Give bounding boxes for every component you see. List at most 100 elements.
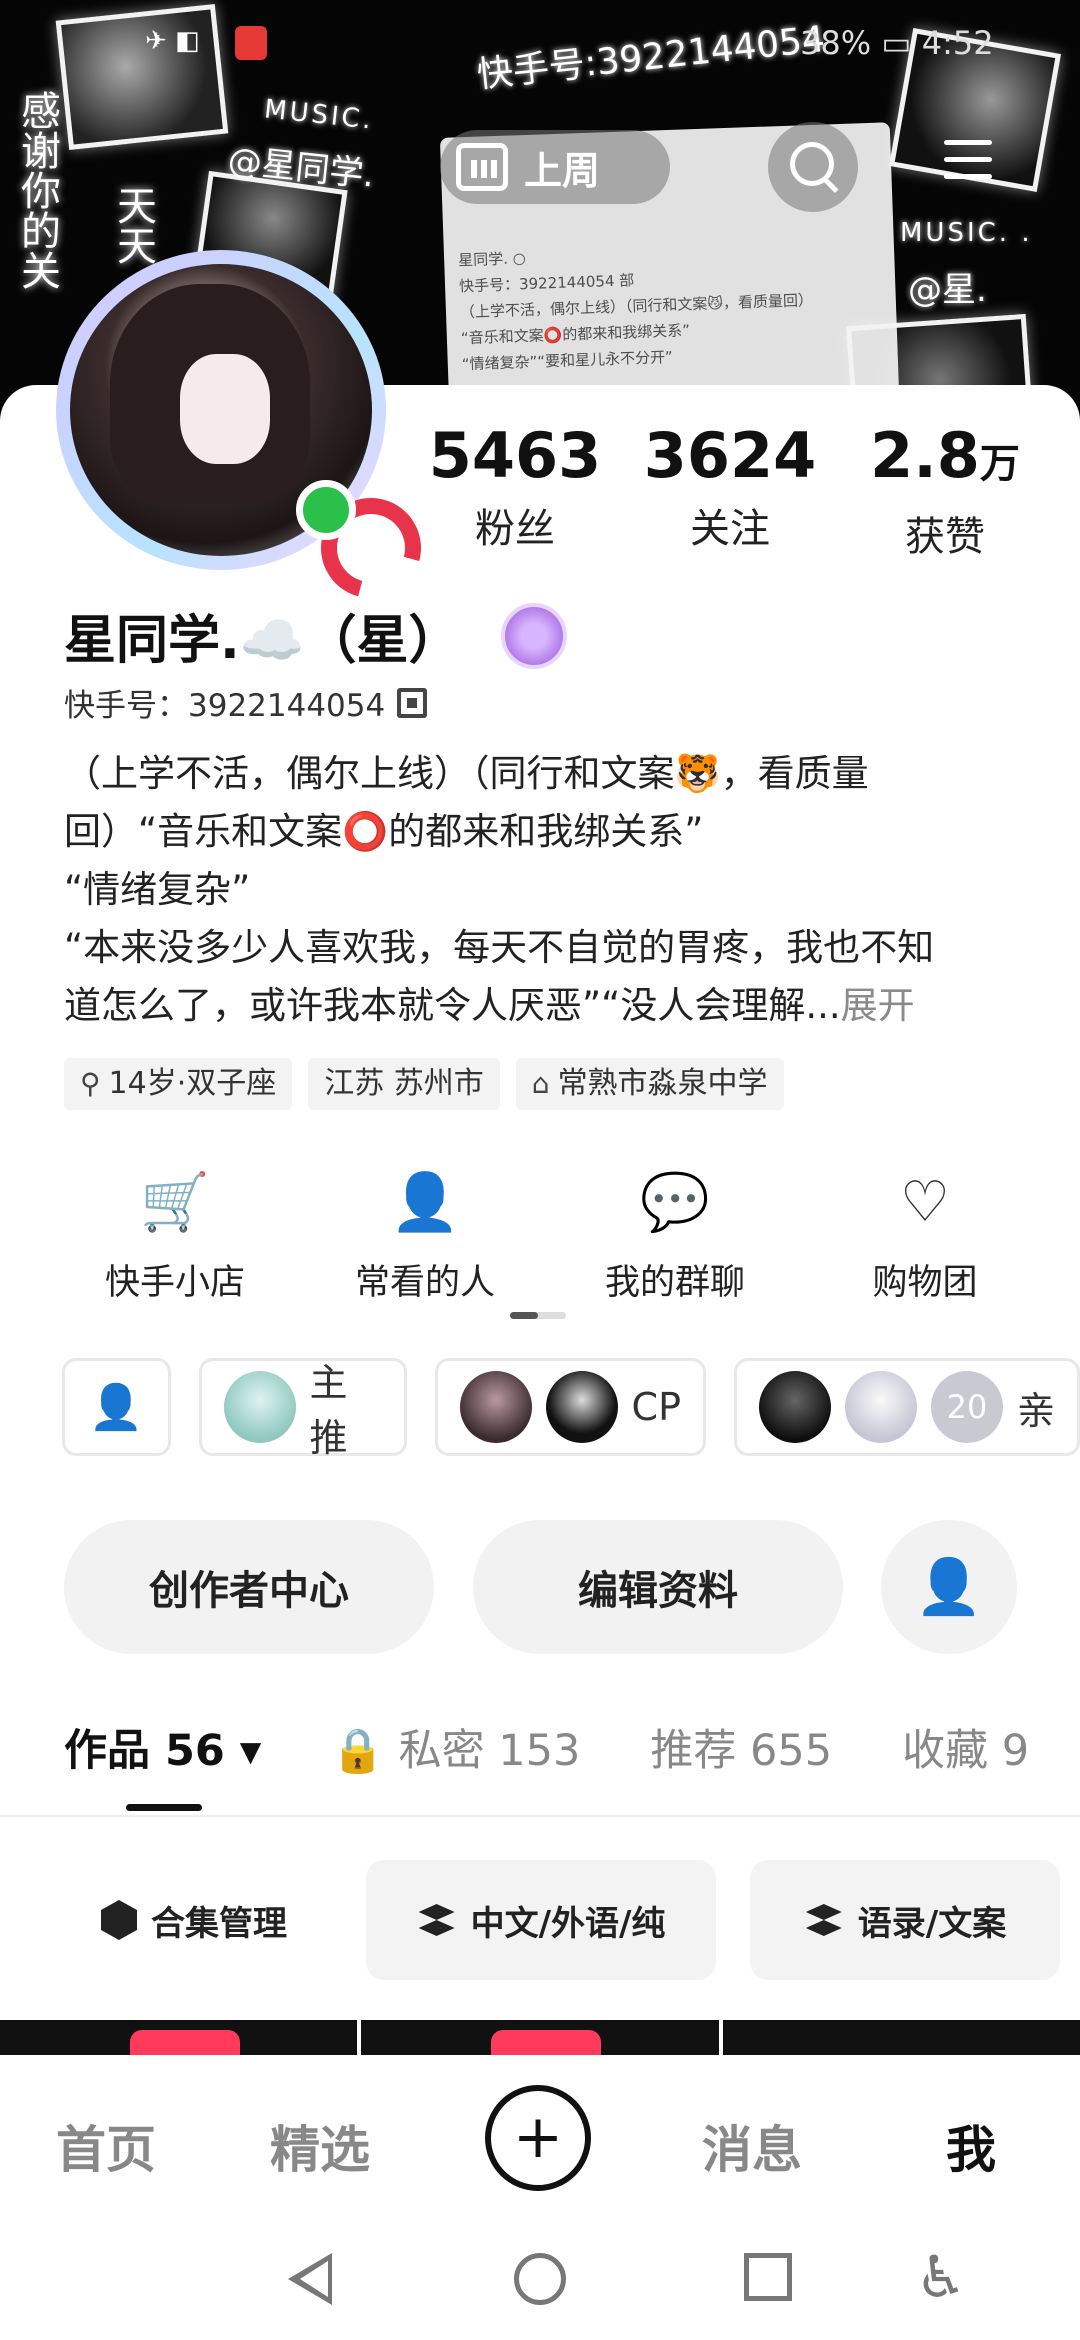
status-battery-time: 38% ▭ 4:52 bbox=[800, 24, 994, 62]
cover-at-text: @星. bbox=[908, 270, 987, 310]
video-grid bbox=[0, 2020, 1080, 2056]
quick-action-label: 购物团 bbox=[872, 1263, 978, 1303]
school-icon: ⌂ bbox=[531, 1067, 550, 1100]
tag-age-zodiac[interactable]: ⚲ 14岁·双子座 bbox=[64, 1058, 293, 1110]
cover-music-text: MUSIC. . bbox=[900, 218, 1033, 248]
tab-private[interactable]: 🔒 私密 153 bbox=[331, 1716, 580, 1778]
add-user-icon: 👤 bbox=[88, 1382, 144, 1433]
bio-line: 道怎么了，或许我本就令人厌恶”“没人会理解... bbox=[64, 984, 841, 1027]
circle-main[interactable]: 主推 bbox=[198, 1358, 407, 1460]
avatar bbox=[459, 1371, 532, 1443]
heart-bubble-icon: ♡ bbox=[899, 1170, 951, 1235]
following-stat[interactable]: 3624 关注 bbox=[635, 420, 825, 562]
tab-recommended[interactable]: 推荐 655 bbox=[650, 1716, 832, 1778]
tag-location[interactable]: 江苏 苏州市 bbox=[308, 1058, 500, 1110]
cover-music-text: MUSIC. bbox=[262, 94, 376, 136]
recent-apps-icon[interactable] bbox=[744, 2253, 792, 2301]
bottom-navigation: 首页 精选 + 消息 我 bbox=[0, 2055, 1080, 2225]
divider bbox=[0, 1815, 1080, 1817]
bio-line: （上学不活，偶尔上线）（同行和文案🐯，看质量 bbox=[64, 752, 869, 795]
avatar[interactable] bbox=[56, 250, 440, 617]
quick-action-shop[interactable]: 🛒 快手小店 bbox=[50, 1168, 300, 1305]
nav-featured[interactable]: 精选 bbox=[270, 2110, 370, 2182]
layers-icon bbox=[417, 1900, 457, 1940]
bio-line: “本来没多少人喜欢我，每天不自觉的胃疼，我也不知 bbox=[64, 926, 935, 969]
likes-stat[interactable]: 2.8万 获赞 bbox=[850, 420, 1040, 562]
quick-actions: 🛒 快手小店 👤 常看的人 💬 我的群聊 ♡ 购物团 bbox=[50, 1168, 1050, 1305]
likes-count: 2.8 bbox=[870, 419, 980, 492]
add-circle-button[interactable]: 👤 bbox=[62, 1358, 171, 1456]
video-thumbnail[interactable] bbox=[0, 2020, 358, 2056]
member-count: 20 bbox=[930, 1371, 1003, 1443]
gender-icon: ⚲ bbox=[80, 1067, 101, 1100]
cart-icon: 🛒 bbox=[140, 1170, 210, 1235]
online-status-dot bbox=[296, 480, 356, 540]
followers-count: 5463 bbox=[428, 419, 602, 492]
collection-item[interactable]: 语录/文案 bbox=[750, 1860, 1060, 1980]
quick-action-shopping-group[interactable]: ♡ 购物团 bbox=[800, 1168, 1050, 1305]
creator-center-button[interactable]: 创作者中心 bbox=[64, 1520, 434, 1654]
layers-icon bbox=[804, 1900, 844, 1940]
nav-home[interactable]: 首页 bbox=[56, 2110, 156, 2182]
cover-id-text: 快手号:3922144054 bbox=[475, 18, 827, 97]
tab-favorites[interactable]: 收藏 9 bbox=[902, 1716, 1029, 1778]
following-count: 3624 bbox=[643, 419, 817, 492]
active-tab-indicator bbox=[126, 1804, 202, 1811]
kuaishou-id-text: 快手号：3922144054 bbox=[64, 688, 386, 724]
circle-cp[interactable]: CP bbox=[434, 1358, 706, 1456]
collection-manage-button[interactable]: 合集管理 bbox=[44, 1860, 344, 1980]
collection-item[interactable]: 中文/外语/纯 bbox=[366, 1860, 716, 1980]
circle-family[interactable]: 20 亲 bbox=[733, 1358, 1080, 1456]
cover-photo-frame bbox=[55, 3, 229, 151]
weekly-stats-button[interactable]: 上周 bbox=[440, 130, 670, 204]
kuaishou-id[interactable]: 快手号：3922144054 bbox=[64, 680, 428, 725]
collection-label: 中文/外语/纯 bbox=[470, 1903, 666, 1944]
status-icons: ✈ ◧ bbox=[145, 26, 200, 56]
nav-me[interactable]: 我 bbox=[946, 2110, 996, 2182]
bio-line-last: 道怎么了，或许我本就令人厌恶”“没人会理解...展开 bbox=[64, 977, 1034, 1035]
search-icon[interactable] bbox=[768, 122, 858, 212]
edit-profile-button[interactable]: 编辑资料 bbox=[473, 1520, 843, 1654]
likes-label: 获赞 bbox=[905, 514, 985, 560]
tag-school[interactable]: ⌂ 常熟市淼泉中学 bbox=[515, 1058, 784, 1110]
avatar bbox=[844, 1371, 917, 1443]
tag-label: 常熟市淼泉中学 bbox=[557, 1066, 768, 1101]
tag-label: 江苏 苏州市 bbox=[324, 1066, 484, 1101]
bio-line: “情绪复杂” bbox=[64, 868, 251, 911]
collection-bar: 合集管理 中文/外语/纯 语录/文案 bbox=[0, 1820, 1080, 2020]
accessibility-icon[interactable]: ♿ bbox=[915, 2245, 967, 2309]
avatar bbox=[223, 1371, 296, 1443]
circle-label: 主推 bbox=[309, 1361, 348, 1460]
user-clock-icon: 👤 bbox=[390, 1170, 460, 1235]
quick-action-label: 我的群聊 bbox=[604, 1263, 745, 1303]
tab-works[interactable]: 作品 56 ▾ bbox=[64, 1716, 261, 1778]
quick-action-groups[interactable]: 💬 我的群聊 bbox=[550, 1168, 800, 1305]
add-friend-button[interactable]: 👤 bbox=[881, 1520, 1017, 1654]
calendar-icon bbox=[456, 143, 508, 191]
bio-expand-link[interactable]: 展开 bbox=[841, 984, 915, 1027]
profile-tags: ⚲ 14岁·双子座 江苏 苏州市 ⌂ 常熟市淼泉中学 bbox=[64, 1058, 784, 1110]
video-thumbnail[interactable] bbox=[361, 2020, 719, 2056]
followers-stat[interactable]: 5463 粉丝 bbox=[420, 420, 610, 562]
weekly-stats-label: 上周 bbox=[524, 148, 601, 193]
create-button[interactable]: + bbox=[485, 2085, 591, 2191]
nav-messages[interactable]: 消息 bbox=[702, 2110, 802, 2182]
circle-label: CP bbox=[631, 1385, 681, 1429]
video-thumbnail[interactable] bbox=[722, 2020, 1080, 2056]
home-icon[interactable] bbox=[514, 2253, 566, 2305]
menu-icon[interactable] bbox=[944, 140, 992, 180]
qr-code-icon[interactable] bbox=[397, 687, 428, 718]
following-label: 关注 bbox=[690, 506, 770, 552]
level-badge-icon[interactable] bbox=[500, 602, 567, 669]
quick-action-label: 快手小店 bbox=[104, 1263, 245, 1303]
profile-bio[interactable]: （上学不活，偶尔上线）（同行和文案🐯，看质量 回）“音乐和文案⭕的都来和我绑关系… bbox=[64, 745, 1034, 1035]
collection-manage-label: 合集管理 bbox=[151, 1903, 287, 1944]
likes-unit: 万 bbox=[979, 441, 1020, 487]
quick-action-frequent[interactable]: 👤 常看的人 bbox=[300, 1168, 550, 1305]
quick-actions-pager bbox=[510, 1312, 566, 1319]
back-icon[interactable] bbox=[288, 2253, 332, 2305]
add-user-icon: 👤 bbox=[915, 1555, 983, 1618]
app-notification-icon bbox=[235, 26, 267, 60]
quick-action-label: 常看的人 bbox=[354, 1263, 495, 1303]
content-tabs: 作品 56 ▾ 🔒 私密 153 推荐 655 收藏 9 bbox=[64, 1716, 1029, 1778]
